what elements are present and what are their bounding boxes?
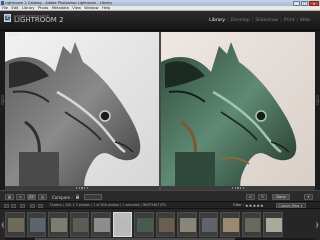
select-pane[interactable]: Select — [5, 32, 159, 190]
select-label: Select — [8, 33, 20, 37]
module-separator: | — [280, 18, 282, 23]
rating-filter-stars[interactable]: ★★★★★ — [245, 203, 264, 208]
second-window-button[interactable] — [11, 203, 16, 208]
thumbnail-image — [94, 218, 110, 232]
module-library[interactable]: Library — [209, 18, 225, 23]
window-controls: _ □ × — [293, 0, 319, 6]
thumbnail-image — [115, 218, 131, 232]
compare-toolbar: ▦ ▭ XY ▤ Compare : ⇄ ↻ Done ▾ — [0, 190, 320, 202]
menu-file[interactable]: File — [2, 6, 8, 11]
filmstrip-thumbnail[interactable] — [241, 212, 261, 237]
module-separator: | — [227, 18, 229, 23]
filmstrip-scrollbar[interactable] — [5, 238, 315, 240]
thumbnail-image — [244, 218, 260, 232]
survey-view-button[interactable]: ▤ — [38, 193, 47, 200]
filmstrip-header: Folders / 200 1 3 photos / 1 of 650 phot… — [0, 202, 320, 209]
thumbnail-image — [201, 218, 217, 232]
filmstrip-thumbnail[interactable] — [112, 212, 132, 237]
done-button[interactable]: Done — [272, 193, 290, 200]
close-button[interactable]: × — [309, 0, 319, 6]
thumbnail-image — [8, 218, 24, 232]
menu-library[interactable]: Library — [22, 6, 35, 11]
filmstrip-thumbnail[interactable] — [155, 212, 175, 237]
candidate-label: Candidate — [293, 33, 312, 37]
left-panel-toggle[interactable] — [1, 95, 4, 105]
filmstrip-source-info[interactable]: Folders / 200 1 3 photos / 1 of 650 phot… — [50, 203, 166, 207]
thumbnail-image — [137, 218, 153, 232]
filmstrip-thumbnail[interactable] — [198, 212, 218, 237]
menu-view[interactable]: View — [72, 6, 81, 11]
filmstrip-thumbnail[interactable] — [48, 212, 68, 237]
compare-view: Select Candidate — [5, 32, 315, 190]
loupe-view-button[interactable]: ▭ — [16, 193, 25, 200]
filmstrip-thumbnail[interactable] — [220, 212, 240, 237]
main-window-button[interactable] — [4, 203, 9, 208]
filmstrip-thumbnail[interactable] — [177, 212, 197, 237]
filter-label: Filter : — [233, 203, 244, 207]
thumbnail-image — [180, 218, 196, 232]
filmstrip-thumbnail[interactable] — [134, 212, 154, 237]
sync-button[interactable] — [84, 193, 102, 200]
filmstrip-thumbnail[interactable] — [26, 212, 46, 237]
maximize-button[interactable]: □ — [301, 0, 308, 6]
module-slideshow[interactable]: Slideshow — [255, 18, 278, 23]
custom-filter-dropdown[interactable]: Custom Filter ▾ — [276, 203, 306, 208]
swap-button[interactable]: ⇄ — [246, 193, 255, 200]
menu-metadata[interactable]: Metadata — [52, 6, 69, 11]
thumbnail-image — [266, 218, 282, 232]
brand-title: LIGHTROOM 2 — [14, 16, 64, 24]
menu-help[interactable]: Help — [102, 6, 110, 11]
module-separator: | — [251, 18, 254, 23]
candidate-pane[interactable]: Candidate — [161, 32, 315, 190]
toolbar-menu-button[interactable]: ▾ — [304, 193, 313, 200]
app-icon — [1, 1, 4, 5]
make-select-button[interactable]: ↻ — [258, 193, 267, 200]
filmstrip-left-arrow-icon[interactable] — [1, 219, 4, 231]
filmstrip-thumbnail[interactable] — [263, 212, 283, 237]
rating-dots[interactable] — [76, 187, 89, 189]
thumbnail-image — [51, 218, 67, 232]
module-web[interactable]: Web — [300, 18, 310, 23]
done-label: Done — [276, 194, 286, 199]
forward-arrow-icon[interactable] — [38, 203, 43, 208]
filmstrip-thumbnail[interactable] — [5, 212, 25, 237]
right-panel-toggle[interactable] — [316, 95, 319, 105]
menu-edit[interactable]: Edit — [12, 6, 19, 11]
horse-statue-bw-photo — [5, 32, 159, 190]
compare-view-button[interactable]: XY — [27, 193, 36, 200]
grid-view-button[interactable]: ▦ — [5, 193, 14, 200]
filmstrip-thumbnail[interactable] — [91, 212, 111, 237]
filmstrip — [0, 209, 320, 240]
lightroom-window: Lightroom 2 Catalog - Adobe Photoshop Li… — [0, 0, 320, 240]
module-separator: | — [296, 18, 298, 23]
lightroom-logo-icon: Lr — [4, 14, 11, 22]
filmstrip-scroll-thumb[interactable] — [35, 238, 235, 240]
module-picker: Library | Develop | Slideshow | Print | … — [209, 18, 310, 23]
filmstrip-thumbnails — [5, 212, 315, 237]
thumbnail-image — [72, 218, 88, 232]
filmstrip-right-arrow-icon[interactable] — [316, 219, 319, 231]
minimize-button[interactable]: _ — [293, 0, 300, 6]
module-print[interactable]: Print — [284, 18, 295, 23]
compare-label: Compare : — [52, 194, 73, 200]
thumbnail-image — [158, 218, 174, 232]
horse-statue-color-photo — [161, 32, 315, 190]
menu-photo[interactable]: Photo — [38, 6, 48, 11]
lock-icon[interactable] — [75, 194, 80, 199]
filmstrip-thumbnail[interactable] — [69, 212, 89, 237]
back-arrow-icon[interactable] — [30, 203, 35, 208]
thumbnail-image — [29, 218, 45, 232]
rating-dots[interactable] — [232, 187, 245, 189]
grid-icon[interactable] — [20, 203, 25, 208]
menu-window[interactable]: Window — [84, 6, 98, 11]
thumbnail-image — [223, 218, 239, 232]
module-develop[interactable]: Develop — [231, 18, 250, 23]
